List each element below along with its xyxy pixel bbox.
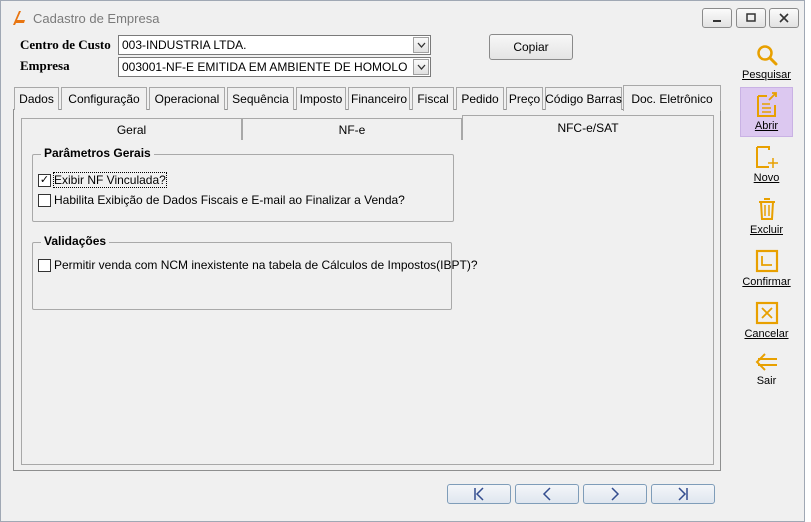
cancel-icon: [755, 301, 778, 325]
confirmar-button[interactable]: Confirmar: [740, 244, 793, 294]
chevron-down-icon[interactable]: [413, 37, 429, 53]
novo-label: Novo: [753, 172, 780, 184]
tab-fiscal[interactable]: Fiscal: [412, 87, 454, 110]
minimize-button[interactable]: [702, 8, 732, 28]
first-icon: [474, 487, 484, 501]
habilita-row[interactable]: Habilita Exibição de Dados Fiscais e E-m…: [38, 193, 405, 207]
open-document-icon: [756, 92, 777, 117]
excluir-label: Excluir: [749, 224, 783, 236]
tab-doc-eletronico[interactable]: Doc. Eletrônico: [623, 85, 721, 111]
habilita-label: Habilita Exibição de Dados Fiscais e E-m…: [54, 193, 405, 207]
empresa-value: 003001-NF-E EMITIDA EM AMBIENTE DE HOMOL…: [122, 60, 407, 74]
parametros-gerais-group: Parâmetros Gerais: [32, 146, 454, 222]
close-icon: [779, 13, 789, 23]
validacoes-group: Validações: [32, 234, 452, 310]
exibir-nf-row[interactable]: ✓ Exibir NF Vinculada?: [38, 172, 167, 188]
background-edge: [805, 0, 811, 522]
tab-dados[interactable]: Dados: [14, 87, 59, 110]
cancelar-label: Cancelar: [744, 328, 789, 340]
tab-operacional[interactable]: Operacional: [149, 87, 225, 110]
abrir-label: Abrir: [754, 120, 779, 132]
validacoes-title: Validações: [41, 234, 110, 248]
last-record-button[interactable]: [651, 484, 715, 504]
previous-record-button[interactable]: [515, 484, 579, 504]
search-icon: [756, 45, 777, 66]
minimize-icon: [713, 20, 721, 22]
sair-button[interactable]: Sair: [740, 347, 793, 397]
chevron-right-icon: [611, 487, 620, 501]
habilita-checkbox[interactable]: [38, 193, 51, 207]
tab-preco[interactable]: Preço: [506, 87, 543, 110]
tab-imposto[interactable]: Imposto: [296, 87, 346, 110]
subtab-geral[interactable]: Geral: [21, 118, 242, 140]
tab-configuracao[interactable]: Configuração: [61, 87, 147, 110]
title-bar: Cadastro de Empresa: [1, 1, 804, 35]
maximize-icon: [746, 13, 756, 22]
pesquisar-label: Pesquisar: [742, 69, 791, 81]
app-logo-icon: [13, 11, 25, 25]
excluir-button[interactable]: Excluir: [740, 192, 793, 242]
permitir-checkbox[interactable]: [38, 258, 51, 272]
maximize-button[interactable]: [736, 8, 766, 28]
sair-label: Sair: [756, 375, 777, 387]
centro-custo-label: Centro de Custo: [20, 37, 111, 52]
abrir-button[interactable]: Abrir: [740, 87, 793, 137]
parametros-gerais-title: Parâmetros Gerais: [41, 146, 154, 160]
next-record-button[interactable]: [583, 484, 647, 504]
cancelar-button[interactable]: Cancelar: [740, 296, 793, 346]
tab-financeiro[interactable]: Financeiro: [348, 87, 410, 110]
exit-arrow-icon: [755, 353, 777, 371]
novo-button[interactable]: Novo: [740, 140, 793, 190]
centro-custo-value: 003-INDUSTRIA LTDA.: [122, 38, 247, 52]
trash-icon: [758, 198, 775, 220]
exibir-nf-label: Exibir NF Vinculada?: [53, 172, 167, 188]
exibir-nf-checkbox[interactable]: ✓: [38, 173, 51, 187]
chevron-left-icon: [542, 487, 551, 501]
new-document-icon: [755, 146, 778, 168]
centro-custo-select[interactable]: 003-INDUSTRIA LTDA.: [118, 35, 431, 55]
confirmar-label: Confirmar: [742, 276, 791, 288]
tab-codigo-barras[interactable]: Código Barras: [545, 87, 622, 110]
subtab-nfe[interactable]: NF-e: [242, 118, 462, 140]
first-record-button[interactable]: [447, 484, 511, 504]
permitir-label: Permitir venda com NCM inexistente na ta…: [54, 258, 478, 272]
confirm-icon: [755, 249, 778, 273]
chevron-down-icon[interactable]: [413, 59, 429, 75]
pesquisar-button[interactable]: Pesquisar: [740, 39, 793, 89]
tab-sequencia[interactable]: Sequência: [227, 87, 294, 110]
main-window: Cadastro de Empresa Centro de Custo 003-…: [0, 0, 805, 522]
empresa-label: Empresa: [20, 58, 70, 73]
copiar-button[interactable]: Copiar: [489, 34, 573, 60]
subtab-nfce-sat[interactable]: NFC-e/SAT: [462, 115, 714, 140]
window-title: Cadastro de Empresa: [33, 11, 160, 26]
close-button[interactable]: [769, 8, 799, 28]
tab-pedido[interactable]: Pedido: [456, 87, 504, 110]
empresa-select[interactable]: 003001-NF-E EMITIDA EM AMBIENTE DE HOMOL…: [118, 57, 431, 77]
permitir-row[interactable]: Permitir venda com NCM inexistente na ta…: [38, 258, 478, 272]
last-icon: [678, 487, 688, 501]
